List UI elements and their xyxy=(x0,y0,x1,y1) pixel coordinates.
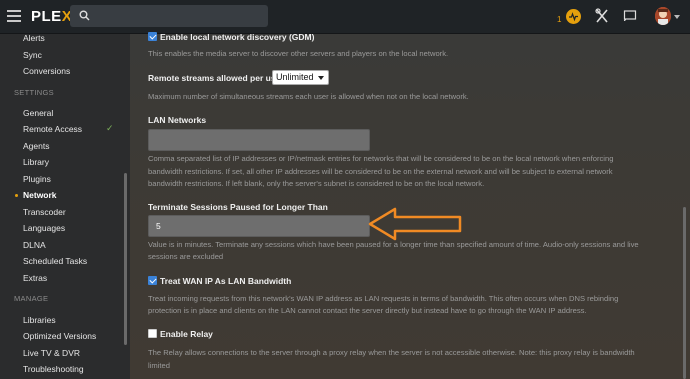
sidebar-item-sync[interactable]: Sync xyxy=(23,50,42,60)
gdm-checkbox[interactable] xyxy=(148,32,157,41)
sidebar-item-languages[interactable]: Languages xyxy=(23,223,65,233)
sidebar-item-network[interactable]: Network xyxy=(23,190,57,200)
sidebar-item-general[interactable]: General xyxy=(23,108,53,118)
wan-ip-help-line1: Treat incoming requests from this networ… xyxy=(148,294,619,303)
remote-streams-label: Remote streams allowed per user xyxy=(148,73,284,83)
relay-help-line1: The Relay allows connections to the serv… xyxy=(148,348,635,357)
remote-streams-select[interactable]: Unlimited xyxy=(272,70,329,85)
sidebar-item-scheduled-tasks[interactable]: Scheduled Tasks xyxy=(23,256,87,266)
gdm-help: This enables the media server to discove… xyxy=(148,49,449,58)
sidebar-item-alerts[interactable]: Alerts xyxy=(23,33,45,43)
wan-ip-help-line2: protection is in place and clients on th… xyxy=(148,306,587,315)
activity-count: 1 xyxy=(557,15,562,24)
sidebar-item-dlna[interactable]: DLNA xyxy=(23,240,46,250)
check-icon: ✓ xyxy=(106,123,114,133)
wan-ip-checkbox[interactable] xyxy=(148,276,157,285)
top-bar: PLEX 1 xyxy=(0,0,690,34)
sidebar-item-transcoder[interactable]: Transcoder xyxy=(23,207,66,217)
lan-networks-help-line2: bandwidth restrictions. If set, all othe… xyxy=(148,167,613,176)
lan-networks-help-line3: bandwidth restrictions. If left blank, o… xyxy=(148,179,485,188)
wan-ip-label: Treat WAN IP As LAN Bandwidth xyxy=(160,276,292,286)
sidebar-item-optimized-versions[interactable]: Optimized Versions xyxy=(23,331,96,341)
sidebar-heading-settings: SETTINGS xyxy=(14,88,54,97)
activity-icon[interactable] xyxy=(566,9,581,24)
gdm-label: Enable local network discovery (GDM) xyxy=(160,32,315,42)
relay-checkbox[interactable] xyxy=(148,329,157,338)
sidebar-item-extras[interactable]: Extras xyxy=(23,273,47,283)
main-scrollbar[interactable] xyxy=(683,207,686,379)
terminate-sessions-input[interactable]: 5 xyxy=(148,215,370,237)
terminate-sessions-label: Terminate Sessions Paused for Longer Tha… xyxy=(148,202,328,212)
sidebar-item-live-tv-dvr[interactable]: Live TV & DVR xyxy=(23,348,80,358)
sidebar: Alerts Sync Conversions SETTINGS General… xyxy=(0,33,130,379)
plex-logo[interactable]: PLEX xyxy=(31,8,72,25)
chevron-down-icon[interactable] xyxy=(674,15,680,19)
lan-networks-input[interactable] xyxy=(148,129,370,151)
sidebar-item-libraries[interactable]: Libraries xyxy=(23,315,56,325)
search-input[interactable] xyxy=(70,5,268,27)
sidebar-item-library[interactable]: Library xyxy=(23,157,49,167)
menu-icon[interactable] xyxy=(7,10,21,22)
search-icon xyxy=(79,10,90,21)
sidebar-item-conversions[interactable]: Conversions xyxy=(23,66,70,76)
lan-networks-label: LAN Networks xyxy=(148,115,207,125)
sidebar-heading-manage: MANAGE xyxy=(14,294,49,303)
sidebar-item-agents[interactable]: Agents xyxy=(23,141,49,151)
active-dot-icon xyxy=(15,194,18,197)
relay-label: Enable Relay xyxy=(160,329,213,339)
sidebar-scrollbar[interactable] xyxy=(124,173,127,345)
cast-icon[interactable] xyxy=(623,10,637,22)
settings-tools-icon[interactable] xyxy=(595,8,609,24)
annotation-arrow-icon xyxy=(368,207,462,241)
remote-streams-help: Maximum number of simultaneous streams e… xyxy=(148,92,469,101)
terminate-sessions-help-line2: sessions are excluded xyxy=(148,252,224,261)
relay-help-line2: limited xyxy=(148,361,170,370)
chevron-down-icon xyxy=(317,75,324,80)
sidebar-item-plugins[interactable]: Plugins xyxy=(23,174,51,184)
sidebar-item-remote-access[interactable]: Remote Access xyxy=(23,124,82,134)
user-avatar[interactable] xyxy=(655,7,671,25)
lan-networks-help-line1: Comma separated list of IP addresses or … xyxy=(148,154,614,163)
sidebar-item-troubleshooting[interactable]: Troubleshooting xyxy=(23,364,84,374)
